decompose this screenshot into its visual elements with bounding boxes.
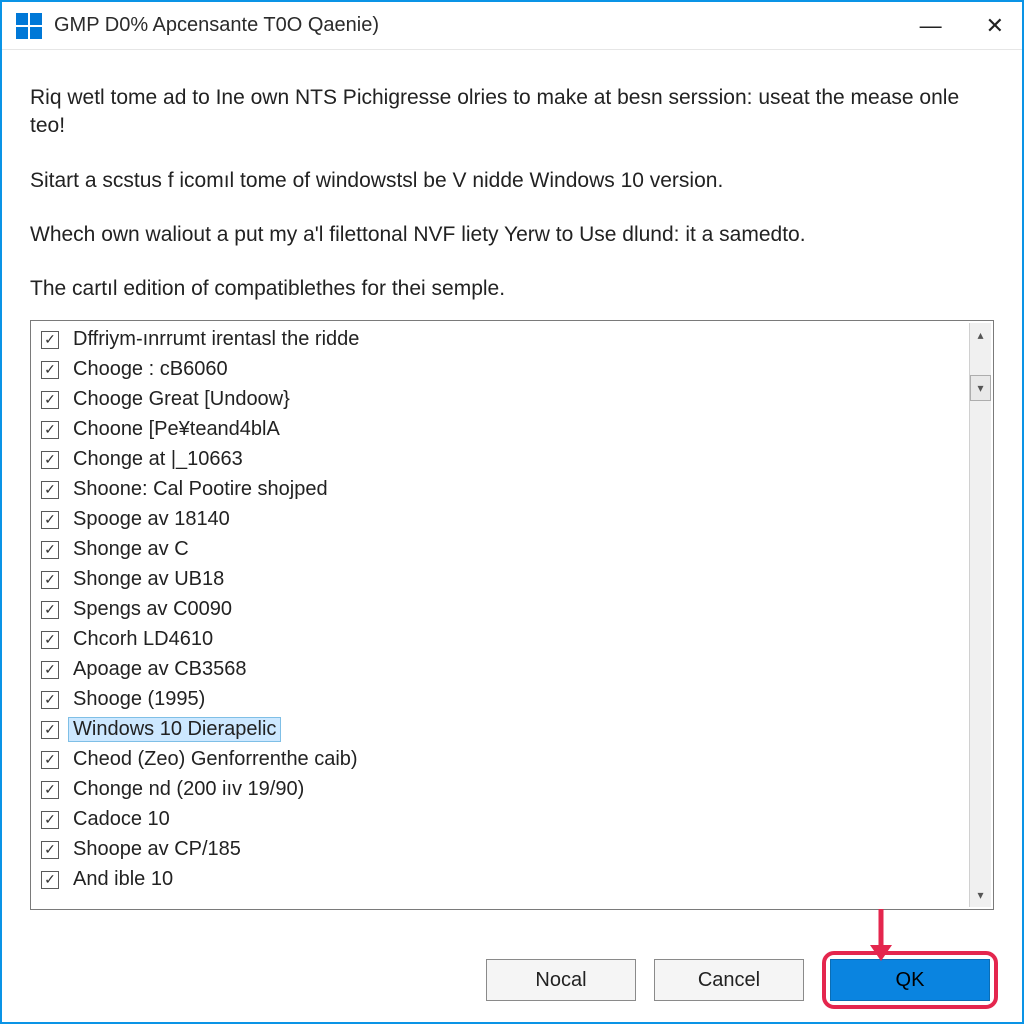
- list-item[interactable]: Shonge av C: [41, 535, 989, 565]
- list-item-label: And ible 10: [69, 868, 177, 891]
- checkbox[interactable]: [41, 361, 59, 379]
- list-item-label: Spooge av 18140: [69, 508, 234, 531]
- checkbox[interactable]: [41, 811, 59, 829]
- window-title: GMP D0% Apcensante T0O Qaenie): [54, 14, 920, 37]
- list-item-label: Choone [Pe¥teand4blA: [69, 418, 284, 441]
- nocal-button-label: Nocal: [535, 969, 586, 992]
- windows-logo-icon: [16, 13, 42, 39]
- list-item-label: Chonge nd (200 iıv 19/90): [69, 778, 308, 801]
- checkbox[interactable]: [41, 391, 59, 409]
- checkbox[interactable]: [41, 871, 59, 889]
- list-item[interactable]: Spengs av C0090: [41, 595, 989, 625]
- list-item[interactable]: Cadoce 10: [41, 805, 989, 835]
- scroll-up-arrow-icon[interactable]: ▴: [970, 323, 991, 347]
- list-item-label: Spengs av C0090: [69, 598, 236, 621]
- list-item-label: Cheod (Zeo) Genforrenthe caib): [69, 748, 362, 771]
- close-button[interactable]: [986, 15, 1004, 37]
- vertical-scrollbar[interactable]: ▴ ▾ ▾: [969, 323, 991, 907]
- checkbox[interactable]: [41, 331, 59, 349]
- titlebar: GMP D0% Apcensante T0O Qaenie): [2, 2, 1022, 50]
- list-item[interactable]: Chooge : cB6060: [41, 355, 989, 385]
- list-item[interactable]: Shonge av UB18: [41, 565, 989, 595]
- minimize-button[interactable]: [920, 15, 942, 37]
- list-item-label: Shoope av CP/185: [69, 838, 245, 861]
- checkbox[interactable]: [41, 541, 59, 559]
- ok-button[interactable]: QK: [830, 959, 990, 1001]
- scroll-down-arrow-icon[interactable]: ▾: [970, 883, 991, 907]
- list-item-label: Chcorh LD4610: [69, 628, 217, 651]
- checkbox[interactable]: [41, 721, 59, 739]
- checkbox[interactable]: [41, 451, 59, 469]
- checkbox[interactable]: [41, 601, 59, 619]
- dialog-body: Riq wetl tome ad to Ine own NTS Pichigre…: [2, 50, 1022, 932]
- scroll-down-button-icon[interactable]: ▾: [970, 375, 991, 401]
- list-item-label: Apoage av CB3568: [69, 658, 250, 681]
- list-item[interactable]: Apoage av CB3568: [41, 655, 989, 685]
- list-item[interactable]: Spooge av 18140: [41, 505, 989, 535]
- dialog-paragraph-1: Riq wetl tome ad to Ine own NTS Pichigre…: [30, 84, 994, 141]
- cancel-button[interactable]: Cancel: [654, 959, 804, 1001]
- checkbox[interactable]: [41, 421, 59, 439]
- dialog-window: GMP D0% Apcensante T0O Qaenie) Riq wetl …: [0, 0, 1024, 1024]
- list-item-label: Cadoce 10: [69, 808, 174, 831]
- checkbox[interactable]: [41, 631, 59, 649]
- list-item[interactable]: Chooge Great [Undoow}: [41, 385, 989, 415]
- checkbox[interactable]: [41, 781, 59, 799]
- list-item-label: Shooge (1995): [69, 688, 209, 711]
- list-item-label: Shonge av UB18: [69, 568, 228, 591]
- list-item-label: Chooge Great [Undoow}: [69, 388, 294, 411]
- checkbox[interactable]: [41, 661, 59, 679]
- list-item[interactable]: Shoone: Cal Pootire shojped: [41, 475, 989, 505]
- list-item[interactable]: Chcorh LD4610: [41, 625, 989, 655]
- list-item-label: Shonge av C: [69, 538, 193, 561]
- list-item-label: Chonge at |_10663: [69, 448, 247, 471]
- checkbox[interactable]: [41, 481, 59, 499]
- list-item[interactable]: And ible 10: [41, 865, 989, 895]
- ok-button-label: QK: [896, 969, 925, 992]
- list-item[interactable]: Cheod (Zeo) Genforrenthe caib): [41, 745, 989, 775]
- list-item[interactable]: Shoope av CP/185: [41, 835, 989, 865]
- list-item-label: Windows 10 Dierapelic: [69, 718, 280, 741]
- dialog-button-row: Nocal Cancel QK: [2, 932, 1022, 1022]
- list-item[interactable]: Windows 10 Dierapelic: [41, 715, 989, 745]
- options-listbox[interactable]: Dffriym-ınrrumt irentasl the ridde Chooge…: [30, 320, 994, 910]
- checkbox[interactable]: [41, 751, 59, 769]
- checkbox[interactable]: [41, 841, 59, 859]
- window-controls: [920, 15, 1014, 37]
- list-item[interactable]: Choone [Pe¥teand4blA: [41, 415, 989, 445]
- list-item-label: Chooge : cB6060: [69, 358, 232, 381]
- checkbox[interactable]: [41, 571, 59, 589]
- dialog-paragraph-3: Whech own waliout a put my a'l filettona…: [30, 221, 994, 249]
- list-item[interactable]: Chonge nd (200 iıv 19/90): [41, 775, 989, 805]
- list-item[interactable]: Chonge at |_10663: [41, 445, 989, 475]
- nocal-button[interactable]: Nocal: [486, 959, 636, 1001]
- dialog-paragraph-4: The cartıl edition of compatiblethes for…: [30, 275, 994, 303]
- list-item[interactable]: Dffriym-ınrrumt irentasl the ridde: [41, 325, 989, 355]
- list-item-label: Dffriym-ınrrumt irentasl the ridde: [69, 328, 363, 351]
- dialog-paragraph-2: Sitart a scstus f icomıl tome of windows…: [30, 167, 994, 195]
- cancel-button-label: Cancel: [698, 969, 760, 992]
- checkbox[interactable]: [41, 691, 59, 709]
- list-item[interactable]: Shooge (1995): [41, 685, 989, 715]
- ok-button-highlight: QK: [822, 951, 998, 1009]
- checkbox[interactable]: [41, 511, 59, 529]
- list-item-label: Shoone: Cal Pootire shojped: [69, 478, 332, 501]
